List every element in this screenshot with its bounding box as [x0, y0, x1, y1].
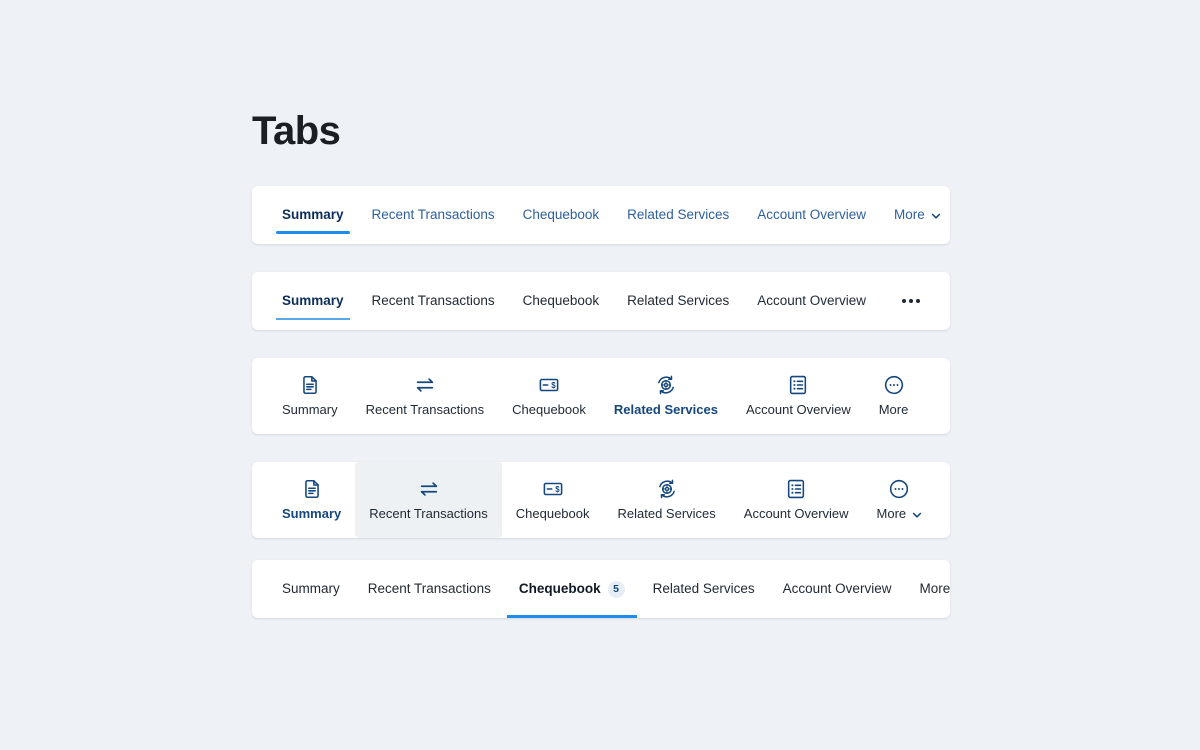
ellipsis-icon — [902, 299, 921, 303]
tab-label: Account Overview — [745, 402, 851, 417]
tab-label: Chequebook — [518, 581, 601, 597]
tab-more-dropdown[interactable]: More — [905, 560, 950, 618]
tab-more[interactable]: More — [865, 358, 923, 434]
tab-related-services[interactable]: Related Services — [613, 186, 743, 244]
tab-label: Related Services — [613, 402, 718, 417]
gear-refresh-icon — [655, 374, 677, 396]
circle-ellipsis-icon — [883, 374, 905, 396]
tab-label: Related Services — [627, 207, 730, 223]
tabbar-card-3: Summary Recent Transactions $ Chequebook… — [252, 358, 950, 434]
tab-label: Recent Transactions — [371, 207, 495, 223]
tab-summary[interactable]: Summary — [268, 462, 355, 538]
tab-summary[interactable]: Summary — [268, 272, 358, 330]
tab-label: More — [876, 506, 907, 521]
tab-more-dropdown[interactable]: More — [863, 462, 937, 538]
tab-label: Chequebook — [522, 293, 600, 309]
tab-label: Account Overview — [757, 293, 867, 309]
chevron-down-icon — [912, 510, 922, 520]
svg-text:$: $ — [551, 381, 556, 390]
tabbar-text-with-badge: Summary Recent Transactions Chequebook 5… — [252, 560, 950, 618]
tab-summary[interactable]: Summary — [268, 560, 354, 618]
tabbar-icons-summary-active: Summary Recent Transactions $ Chequebook… — [252, 462, 950, 538]
tab-label: Account Overview — [782, 581, 892, 597]
tab-summary[interactable]: Summary — [268, 186, 358, 244]
tab-label: Related Services — [617, 506, 716, 521]
gear-refresh-icon — [656, 478, 678, 500]
transfer-arrows-icon — [418, 478, 440, 500]
tab-label: Recent Transactions — [369, 506, 488, 521]
tab-label: Chequebook — [512, 402, 586, 417]
tab-label: More — [919, 581, 950, 597]
tab-account-overview[interactable]: Account Overview — [743, 272, 880, 330]
tab-account-overview[interactable]: Account Overview — [730, 462, 863, 538]
tab-chequebook[interactable]: $ Chequebook — [502, 462, 604, 538]
tabbar-text-with-ellipsis: Summary Recent Transactions Chequebook R… — [252, 272, 950, 330]
tab-label: Summary — [282, 402, 338, 417]
tab-summary[interactable]: Summary — [268, 358, 352, 434]
tab-account-overview[interactable]: Account Overview — [769, 560, 906, 618]
tab-label: More — [894, 207, 925, 223]
tab-related-services[interactable]: Related Services — [613, 272, 743, 330]
content-wrapper: Tabs Summary Recent Transactions Chequeb… — [252, 0, 950, 618]
tab-chequebook[interactable]: $ Chequebook — [498, 358, 600, 434]
tab-chequebook[interactable]: Chequebook — [509, 272, 614, 330]
tab-recent-transactions[interactable]: Recent Transactions — [358, 186, 509, 244]
tab-overflow-menu[interactable] — [880, 272, 930, 330]
list-ledger-icon — [785, 478, 807, 500]
status-badge: 5 — [607, 580, 625, 598]
tab-label: Summary — [282, 581, 340, 597]
tab-recent-transactions[interactable]: Recent Transactions — [352, 358, 499, 434]
tab-related-services[interactable]: Related Services — [604, 462, 730, 538]
tab-more-dropdown[interactable]: More — [880, 186, 950, 244]
page-title: Tabs — [252, 109, 341, 153]
transfer-arrows-icon — [414, 374, 436, 396]
document-icon — [301, 478, 323, 500]
tab-label: Related Services — [627, 293, 730, 309]
tab-label: Chequebook — [515, 506, 590, 521]
tab-recent-transactions[interactable]: Recent Transactions — [355, 462, 502, 538]
tabbar-card-5: Summary Recent Transactions Chequebook 5… — [252, 560, 950, 618]
cheque-dollar-icon: $ — [542, 478, 564, 500]
tab-recent-transactions[interactable]: Recent Transactions — [354, 560, 505, 618]
tab-label: Summary — [282, 293, 344, 309]
tab-account-overview[interactable]: Account Overview — [743, 186, 880, 244]
document-icon — [299, 374, 321, 396]
chevron-down-icon — [931, 211, 941, 221]
tab-label: Summary — [282, 207, 344, 223]
tabbar-card-1: Summary Recent Transactions Chequebook R… — [252, 186, 950, 244]
circle-ellipsis-icon — [888, 478, 910, 500]
tab-label: Account Overview — [743, 506, 849, 521]
page-root: Tabs Summary Recent Transactions Chequeb… — [0, 0, 1200, 750]
tab-label: Recent Transactions — [367, 581, 491, 597]
tabbar-card-4: Summary Recent Transactions $ Chequebook… — [252, 462, 950, 538]
tab-label: Recent Transactions — [371, 293, 495, 309]
tab-label: Account Overview — [757, 207, 867, 223]
tabbar-text-with-more: Summary Recent Transactions Chequebook R… — [252, 186, 950, 244]
tabbar-card-2: Summary Recent Transactions Chequebook R… — [252, 272, 950, 330]
tab-label: More — [878, 402, 909, 417]
tabbar-icons-related-services-active: Summary Recent Transactions $ Chequebook… — [252, 358, 950, 434]
svg-text:$: $ — [555, 485, 560, 494]
cheque-dollar-icon: $ — [538, 374, 560, 396]
tab-chequebook[interactable]: Chequebook — [509, 186, 614, 244]
tab-label: Recent Transactions — [365, 402, 485, 417]
tab-chequebook[interactable]: Chequebook 5 — [505, 560, 639, 618]
list-ledger-icon — [787, 374, 809, 396]
tab-label-group: More — [877, 507, 923, 520]
tab-label: Related Services — [652, 581, 755, 597]
tab-account-overview[interactable]: Account Overview — [732, 358, 865, 434]
tab-recent-transactions[interactable]: Recent Transactions — [358, 272, 509, 330]
tab-related-services[interactable]: Related Services — [639, 560, 769, 618]
tab-related-services[interactable]: Related Services — [600, 358, 732, 434]
tab-label: Summary — [282, 506, 342, 521]
tab-label: Chequebook — [522, 207, 600, 223]
